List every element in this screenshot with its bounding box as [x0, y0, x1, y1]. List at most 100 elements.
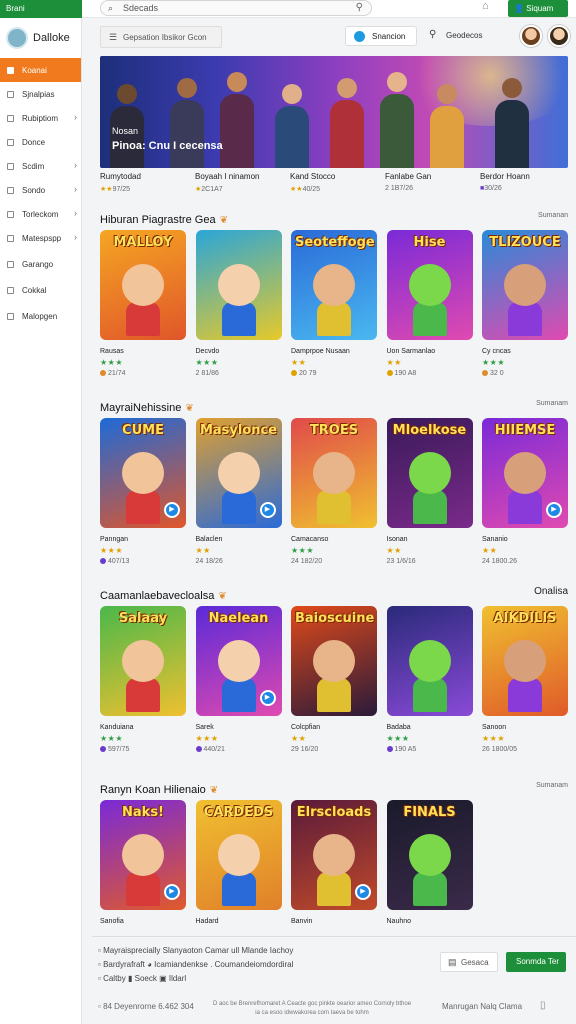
- footer-link-c[interactable]: Ildarl: [169, 974, 186, 983]
- featured-item[interactable]: Kand Stocco ★★40/25: [290, 172, 380, 193]
- game-thumbnail[interactable]: Masylonce ▶: [195, 418, 282, 528]
- brand-tab[interactable]: Brani: [0, 0, 82, 18]
- game-thumbnail[interactable]: Naks! ▶: [100, 800, 186, 910]
- game-thumbnail[interactable]: CUME ▶: [100, 418, 186, 528]
- copyright-text: 84 Deyenrorne 6.462 304: [103, 1002, 194, 1011]
- see-all-link[interactable]: Sumanam: [536, 400, 568, 407]
- game-card[interactable]: Salaay Kanduiana ★★★ 597/75: [100, 606, 186, 753]
- sidebar-item[interactable]: Koanai: [0, 58, 81, 82]
- featured-item[interactable]: Rumytodad ★★97/25: [100, 172, 190, 193]
- game-thumbnail[interactable]: Baioscuine: [291, 606, 377, 716]
- magnifier-icon[interactable]: ⚲: [356, 2, 363, 13]
- game-card[interactable]: FINALS Nauhno: [386, 800, 473, 925]
- sidebar-item[interactable]: Garango: [0, 252, 81, 276]
- footer-link-a[interactable]: Caltby: [103, 974, 126, 983]
- section-header: Ranyn Koan Hilienaio ❦ Sumanam: [100, 780, 568, 798]
- sidebar-item[interactable]: Donce: [0, 130, 81, 154]
- game-thumbnail[interactable]: TROES: [291, 418, 377, 528]
- game-thumbnail[interactable]: MALLOY: [100, 230, 186, 340]
- featured-meta-text: 2C1A7: [201, 186, 223, 193]
- see-all-link[interactable]: Onalisa: [534, 586, 568, 597]
- game-thumbnail[interactable]: [386, 606, 473, 716]
- game-thumbnail[interactable]: Elrscloads ▶: [291, 800, 377, 910]
- sidebar-item[interactable]: Cokkal: [0, 278, 81, 302]
- game-card[interactable]: AIKDILIS Sanoon ★★★ 26 1800/05: [482, 606, 568, 753]
- play-icon[interactable]: ▶: [259, 690, 276, 706]
- play-icon[interactable]: ▶: [164, 502, 180, 518]
- game-card[interactable]: Hise Uon Sarmanlao ★★ 190 A8: [386, 230, 473, 377]
- bookmark-icon[interactable]: ▯: [540, 1000, 546, 1011]
- featured-item[interactable]: Fanlabe Gan 2 1B7/26: [385, 172, 475, 192]
- game-thumbnail[interactable]: HIIEMSE ▶: [482, 418, 568, 528]
- footer-text-1: Mayraisprecially Slanyaoton Camar ull Ml…: [103, 946, 294, 955]
- card-meta-text: 20 79: [299, 370, 317, 377]
- secondary-button[interactable]: ▤ Gesaca: [440, 952, 498, 972]
- game-card[interactable]: CUME ▶ Panngan ★★★ 407/13: [100, 418, 186, 565]
- game-card[interactable]: Seoteffoge Damprpoe Nusaan ★★ 20 79: [291, 230, 377, 377]
- game-card[interactable]: MALLOY Rausas ★★★ 21/74: [100, 230, 186, 377]
- sidebar-item[interactable]: Matespspp ›: [0, 226, 81, 250]
- hero-person: [430, 106, 464, 168]
- game-thumbnail[interactable]: Seoteffoge: [291, 230, 377, 340]
- game-thumbnail[interactable]: Naelean ▶: [195, 606, 282, 716]
- game-card[interactable]: Naks! ▶ Sanofia: [100, 800, 186, 925]
- sidebar-item[interactable]: Sjnalpias: [0, 82, 81, 106]
- footer-link-b[interactable]: Soeck: [135, 974, 157, 983]
- game-card[interactable]: HIIEMSE ▶ Sananio ★★ 24 1800.26: [482, 418, 568, 565]
- game-card[interactable]: CARDEDS Hadard: [195, 800, 282, 925]
- game-card[interactable]: Mloelkose Isonan ★★ 23 1/6/16: [386, 418, 473, 565]
- play-icon[interactable]: ▶: [259, 502, 276, 518]
- see-all-link[interactable]: Sumanam: [536, 782, 568, 789]
- stage-light: [400, 56, 568, 126]
- featured-title: Rumytodad: [100, 172, 141, 181]
- footer-right-link[interactable]: Manrugan Nalq Clama: [442, 1002, 522, 1011]
- sidebar-item[interactable]: Scdim ›: [0, 154, 81, 178]
- game-thumbnail[interactable]: [195, 230, 282, 340]
- game-card[interactable]: Baioscuine Colcpfian ★★ 29 16/20: [291, 606, 377, 753]
- search-input[interactable]: ⌕ Sdecads ⚲: [100, 0, 372, 16]
- featured-item[interactable]: Berdor Hoann ■30/26: [480, 172, 570, 192]
- play-icon[interactable]: ▶: [355, 884, 371, 900]
- game-thumbnail[interactable]: Hise: [386, 230, 473, 340]
- item-icon: [7, 91, 14, 98]
- sub-right-label[interactable]: Geodecos: [446, 31, 482, 40]
- game-thumbnail[interactable]: TLIZOUCE: [482, 230, 568, 340]
- game-card[interactable]: TLIZOUCE Cy cncas ★★★ 32 0: [482, 230, 568, 377]
- featured-item[interactable]: Boyaah I ninamon ★2C1A7: [195, 172, 285, 193]
- game-card[interactable]: Badaba ★★★ 190 A5: [386, 606, 473, 753]
- sidebar-item[interactable]: Malopgen: [0, 304, 81, 328]
- game-card[interactable]: Masylonce ▶ Balaclen ★★ 24 18/26: [195, 418, 282, 565]
- game-thumbnail[interactable]: Mloelkose: [386, 418, 473, 528]
- game-thumbnail[interactable]: FINALS: [386, 800, 473, 910]
- game-card[interactable]: Naelean ▶ Sarek ★★★ 440/21: [195, 606, 282, 753]
- primary-button[interactable]: Sonmda Ter: [506, 952, 566, 972]
- see-all-link[interactable]: Sumanan: [538, 212, 568, 219]
- sidebar-item[interactable]: Sondo ›: [0, 178, 81, 202]
- game-card[interactable]: Decvdo ★★★ 2 81/86: [195, 230, 282, 377]
- game-logo-text: TLIZOUCE: [489, 235, 561, 250]
- card-title: Nauhno: [386, 918, 412, 925]
- game-card[interactable]: Elrscloads ▶ Banvin: [291, 800, 377, 925]
- filter-dropdown[interactable]: ☰ Gepsation Ibsikor Gcon: [100, 26, 222, 48]
- character-head: [408, 640, 451, 682]
- sub-search-button[interactable]: Snancion: [345, 26, 417, 46]
- signin-button[interactable]: 👤 Siquam: [508, 0, 568, 17]
- home-icon[interactable]: ⌂: [482, 0, 489, 12]
- game-card[interactable]: TROES Camacanso ★★★ 24 182/20: [291, 418, 377, 565]
- search-icon[interactable]: ⚲: [429, 29, 436, 40]
- card-meta: 407/13: [100, 558, 186, 565]
- game-logo-text: Elrscloads: [296, 805, 372, 820]
- sidebar-item[interactable]: Rubiptiom ›: [0, 106, 81, 130]
- game-thumbnail[interactable]: AIKDILIS: [482, 606, 568, 716]
- game-thumbnail[interactable]: CARDEDS: [195, 800, 282, 910]
- game-logo-text: Hise: [413, 235, 446, 250]
- avatar[interactable]: [6, 27, 28, 49]
- play-icon[interactable]: ▶: [546, 502, 562, 518]
- user-avatar-secondary[interactable]: [548, 25, 570, 47]
- sidebar-item[interactable]: Torleckom ›: [0, 202, 81, 226]
- hero-banner[interactable]: Nosan Pinoa: Cnu I cecensa: [100, 56, 568, 168]
- user-avatar[interactable]: [520, 25, 542, 47]
- play-icon[interactable]: ▶: [164, 884, 180, 900]
- star-rating: ★★★: [482, 734, 506, 743]
- game-thumbnail[interactable]: Salaay: [100, 606, 186, 716]
